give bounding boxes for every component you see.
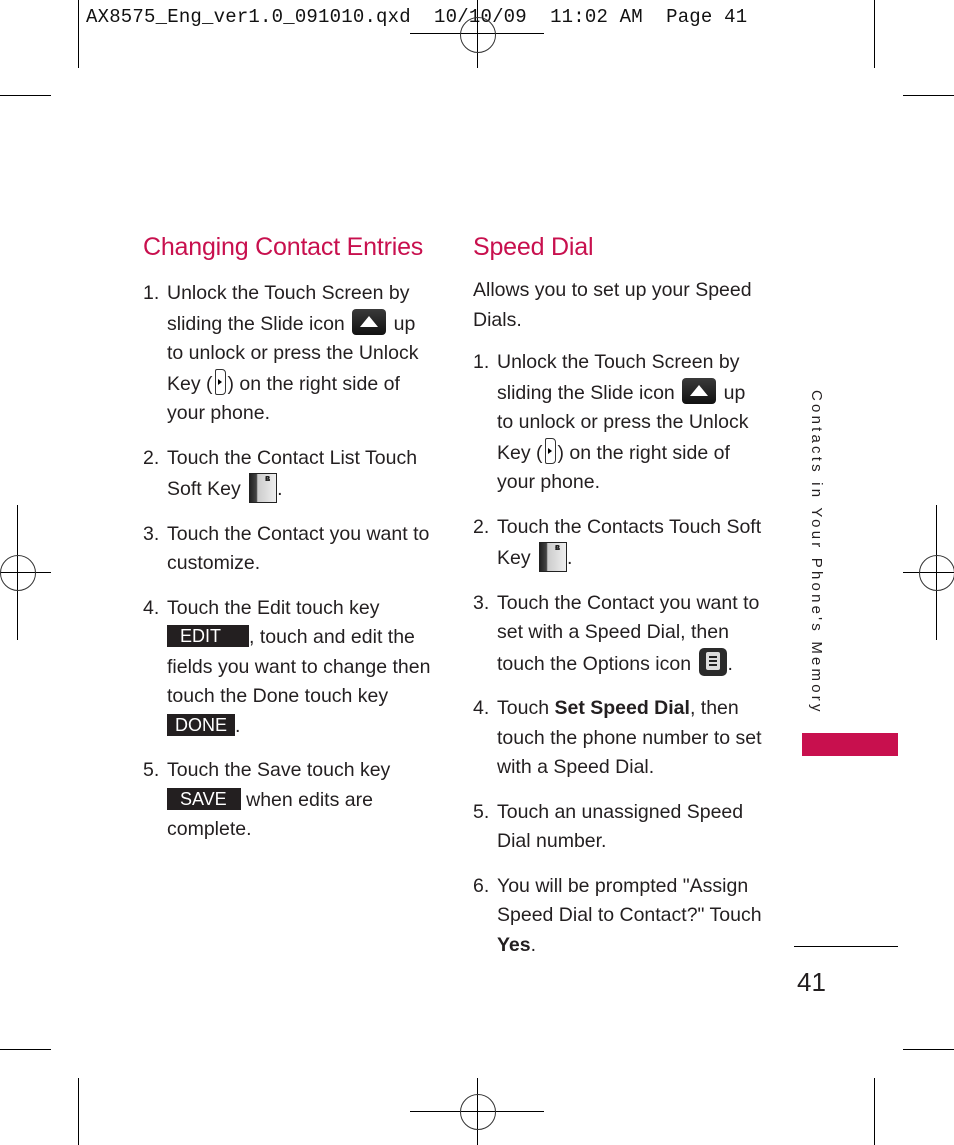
crop-mark (903, 1049, 954, 1050)
step-text: . (530, 933, 537, 956)
step-text: Touch the Contacts Touch Soft Key (497, 515, 762, 570)
options-icon (699, 647, 728, 676)
step-text: . (567, 547, 573, 569)
step-text: Touch the Save touch key (167, 759, 391, 781)
step-item: 2. Touch the Contacts Touch Soft Key ABC… (473, 513, 763, 574)
slide-unlock-icon (682, 377, 717, 404)
unlock-key-icon (214, 368, 226, 395)
step-item: 2. Touch the Contact List Touch Soft Key… (143, 444, 433, 505)
step-number: 4. (143, 596, 160, 619)
step-number: 2. (473, 515, 490, 538)
edit-touch-key: EDIT (167, 625, 250, 647)
step-text: Touch an unassigned Speed Dial number. (497, 800, 744, 853)
step-text: Touch (497, 697, 550, 719)
chapter-tab-marker (802, 733, 898, 756)
step-item: 5. Touch the Save touch key SAVE when ed… (143, 756, 433, 845)
menu-option-set-speed-dial: Set Speed Dial (554, 697, 690, 719)
step-number: 6. (473, 874, 490, 897)
section-heading-speed-dial: Speed Dial (473, 233, 594, 261)
crop-mark (874, 1078, 875, 1145)
registration-circle (919, 555, 954, 591)
step-item: 3. Touch the Contact you want to set wit… (473, 589, 763, 680)
step-number: 2. (143, 446, 160, 469)
done-touch-key: DONE (167, 713, 236, 736)
step-text: You will be prompted "Assign Speed Dial … (497, 874, 762, 927)
step-item: 4. Touch the Edit touch key EDIT, touch … (143, 594, 433, 742)
step-item: 1. Unlock the Touch Screen by sliding th… (473, 348, 763, 498)
chapter-side-title: Contacts in Your Phone's Memory (808, 390, 825, 715)
step-text: . (727, 652, 733, 675)
step-item: 5. Touch an unassigned Speed Dial number… (473, 798, 763, 857)
step-number: 3. (473, 591, 490, 614)
step-number: 3. (143, 522, 160, 545)
step-number: 1. (143, 282, 160, 304)
contact-list-softkey-icon: ABC (249, 473, 278, 503)
page-number: 41 (797, 967, 826, 997)
print-slug-line: AX8575_Eng_ver1.0_091010.qxd 10/10/09 11… (86, 6, 748, 28)
step-text: Touch the Edit touch key (167, 596, 380, 619)
step-text: Touch the Contact List Touch Soft Key (167, 446, 418, 501)
registration-circle (460, 1094, 496, 1130)
step-number: 4. (473, 697, 490, 719)
crop-mark (903, 95, 954, 96)
crop-mark (874, 0, 875, 68)
crop-mark (78, 1078, 79, 1145)
step-text: Touch the Contact you want to customize. (167, 522, 430, 575)
step-text: . (235, 714, 241, 737)
step-text: . (277, 478, 283, 500)
right-column-steps: Allows you to set up your Speed Dials. 1… (473, 276, 763, 975)
step-number: 1. (473, 351, 490, 373)
unlock-key-icon (544, 437, 556, 464)
step-number: 5. (473, 800, 490, 823)
section-heading-changing-contact-entries: Changing Contact Entries (143, 233, 424, 261)
contacts-softkey-icon: ABC (539, 542, 568, 572)
registration-circle (460, 17, 496, 53)
step-item: 4. Touch Set Speed Dial, then touch the … (473, 694, 763, 783)
crop-mark (78, 0, 79, 68)
step-item: 1. Unlock the Touch Screen by sliding th… (143, 279, 433, 429)
step-number: 5. (143, 759, 160, 781)
option-yes: Yes (497, 933, 531, 956)
slide-unlock-icon (352, 308, 387, 335)
page-number-rule (794, 946, 898, 947)
step-item: 6. You will be prompted "Assign Speed Di… (473, 872, 763, 961)
crop-mark (0, 95, 51, 96)
save-touch-key: SAVE (167, 787, 241, 810)
section-intro: Allows you to set up your Speed Dials. (473, 279, 752, 331)
crop-mark (0, 1049, 51, 1050)
left-column-steps: 1. Unlock the Touch Screen by sliding th… (143, 279, 433, 860)
registration-circle (0, 555, 36, 591)
step-item: 3. Touch the Contact you want to customi… (143, 520, 433, 579)
